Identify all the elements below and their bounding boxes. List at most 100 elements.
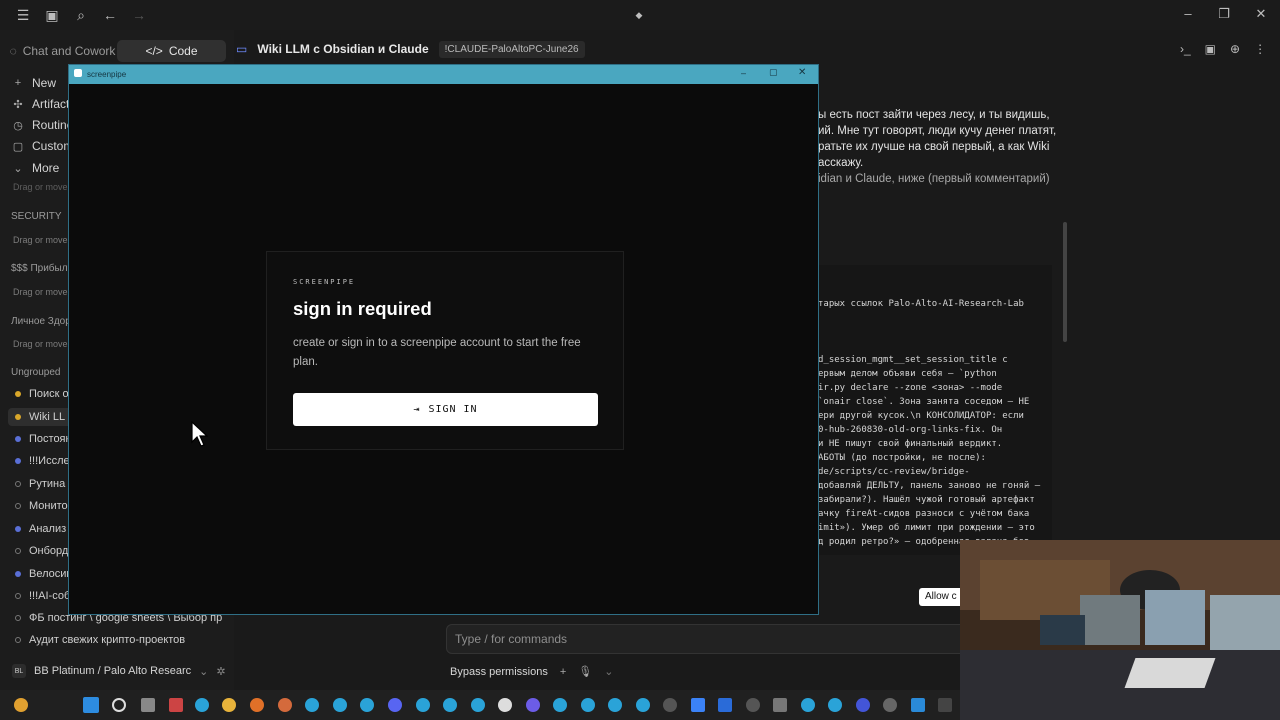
telegram-icon[interactable] bbox=[828, 698, 842, 712]
minimize-icon[interactable]: – bbox=[1177, 6, 1199, 21]
plus-icon: + bbox=[14, 77, 22, 89]
chat-item[interactable]: Поиск о bbox=[15, 385, 69, 403]
app-icon[interactable] bbox=[773, 698, 787, 712]
mail-icon[interactable] bbox=[718, 698, 732, 712]
chrome-icon[interactable] bbox=[222, 698, 236, 712]
section-profit[interactable]: $$$ Прибыль bbox=[11, 263, 73, 274]
telegram-icon[interactable] bbox=[443, 698, 457, 712]
prompt-input[interactable]: Type / for commands bbox=[446, 624, 966, 654]
nav-routines[interactable]: ◷ Routine bbox=[12, 116, 73, 134]
search-icon[interactable] bbox=[112, 698, 126, 712]
close-icon[interactable]: ✕ bbox=[1250, 6, 1272, 22]
split-icon[interactable]: ▣ bbox=[1205, 42, 1216, 56]
telegram-icon[interactable] bbox=[471, 698, 485, 712]
telegram-icon[interactable] bbox=[416, 698, 430, 712]
restore-icon[interactable]: ❐ bbox=[1213, 6, 1235, 22]
app-icon[interactable] bbox=[746, 698, 760, 712]
status-dot bbox=[15, 526, 21, 532]
chat-item[interactable]: !!!AI-соб bbox=[15, 587, 70, 605]
nav-new[interactable]: + New bbox=[12, 74, 56, 92]
chevron-down-icon[interactable]: ⌄ bbox=[604, 665, 613, 678]
status-dot bbox=[15, 458, 21, 464]
firefox-icon[interactable] bbox=[250, 698, 264, 712]
screenpipe-window: screenpipe – ▢ ✕ SCREENPIPE sign in requ… bbox=[68, 64, 819, 615]
mode-code[interactable]: </> Code bbox=[117, 40, 226, 62]
terminal-icon[interactable] bbox=[938, 698, 952, 712]
telegram-icon[interactable] bbox=[333, 698, 347, 712]
chevron-down-icon: ⌄ bbox=[13, 162, 23, 175]
sign-in-button[interactable]: ⇥ SIGN IN bbox=[293, 393, 598, 426]
section-security[interactable]: SECURITY bbox=[11, 211, 62, 222]
desk bbox=[960, 650, 1280, 720]
telegram-icon[interactable] bbox=[305, 698, 319, 712]
more-icon[interactable]: ⋮ bbox=[1254, 42, 1266, 56]
scrollbar[interactable] bbox=[1063, 222, 1067, 342]
webcam-overlay bbox=[960, 540, 1280, 720]
nav-customize[interactable]: ▢ Custom bbox=[12, 137, 74, 155]
chat-item[interactable]: Анализ bbox=[15, 520, 66, 538]
telegram-icon[interactable] bbox=[581, 698, 595, 712]
nav-artifacts[interactable]: ✣ Artifact bbox=[12, 95, 69, 113]
sidebar-toggle-icon[interactable]: ▣ bbox=[43, 6, 61, 24]
telegram-icon[interactable] bbox=[608, 698, 622, 712]
telegram-icon[interactable] bbox=[801, 698, 815, 712]
clock-icon: ◷ bbox=[13, 119, 23, 132]
menu-icon[interactable]: ☰ bbox=[14, 6, 32, 24]
back-arrow-icon[interactable]: ← bbox=[101, 6, 119, 24]
terminal-icon[interactable]: ›_ bbox=[1180, 42, 1191, 56]
settings-icon[interactable]: ✲ bbox=[216, 665, 225, 678]
add-icon[interactable]: + bbox=[560, 666, 566, 678]
code-block: тарых ссылок Palo-Alto-AI-Research-Lab d… bbox=[818, 265, 1052, 555]
close-icon[interactable]: ✕ bbox=[798, 67, 806, 78]
sign-in-heading: sign in required bbox=[293, 298, 432, 319]
permission-mode[interactable]: Bypass permissions bbox=[450, 666, 548, 678]
branch-badge: !CLAUDE-PaloAltoPC-June26 bbox=[438, 40, 585, 58]
forward-arrow-icon[interactable]: → bbox=[130, 6, 148, 24]
chat-item[interactable]: Постоян bbox=[15, 430, 72, 448]
telegram-icon[interactable] bbox=[553, 698, 567, 712]
weather-icon[interactable] bbox=[14, 698, 28, 712]
chat-item[interactable]: Онборд bbox=[15, 542, 68, 560]
photos-icon[interactable] bbox=[911, 698, 925, 712]
microphone-icon[interactable]: 🎙 bbox=[578, 665, 592, 678]
claude-icon[interactable] bbox=[278, 698, 292, 712]
openai-icon[interactable] bbox=[498, 698, 512, 712]
drag-hint: Drag or move bbox=[13, 339, 68, 349]
chat-item[interactable]: Монитор bbox=[15, 497, 74, 515]
globe-icon[interactable]: ⊕ bbox=[1230, 42, 1240, 56]
session-title[interactable]: Wiki LLM с Obsidian и Claude bbox=[257, 42, 428, 56]
allow-button[interactable]: Allow c bbox=[919, 588, 965, 606]
task-view-icon[interactable] bbox=[141, 698, 155, 712]
mode-switcher: ◌ Chat and Cowork </> Code bbox=[8, 40, 226, 62]
telegram-icon[interactable] bbox=[360, 698, 374, 712]
discord-icon[interactable] bbox=[388, 698, 402, 712]
mode-chat-cowork[interactable]: ◌ Chat and Cowork bbox=[8, 40, 117, 62]
app-icon[interactable] bbox=[663, 698, 677, 712]
telegram-icon[interactable] bbox=[636, 698, 650, 712]
nav-more[interactable]: ⌄ More bbox=[12, 159, 59, 177]
chat-item[interactable]: Рутина в bbox=[15, 475, 74, 493]
workspace-switcher[interactable]: BL BB Platinum / Palo Alto Researc ⌄ ✲ bbox=[0, 656, 234, 686]
chat-item[interactable]: Велосип bbox=[15, 565, 72, 583]
chat-item[interactable]: !!!Иссле bbox=[15, 452, 70, 470]
telegram-icon[interactable] bbox=[195, 698, 209, 712]
permission-controls: Bypass permissions + 🎙 ⌄ bbox=[450, 665, 613, 679]
figma-icon[interactable] bbox=[169, 698, 183, 712]
start-icon[interactable] bbox=[83, 697, 99, 713]
section-ungrouped[interactable]: Ungrouped bbox=[11, 367, 60, 378]
minimize-icon[interactable]: – bbox=[741, 68, 746, 78]
app-titlebar: ☰ ▣ ⌕ ← → ◆ – ❐ ✕ bbox=[0, 0, 1280, 30]
notes-icon[interactable] bbox=[691, 698, 705, 712]
app-icon[interactable] bbox=[883, 698, 897, 712]
maximize-icon[interactable]: ▢ bbox=[769, 67, 778, 78]
chat-item[interactable]: Аудит свежих крипто-проектов bbox=[15, 631, 185, 649]
screenpipe-titlebar[interactable]: screenpipe – ▢ ✕ bbox=[69, 65, 818, 84]
status-dot bbox=[15, 481, 21, 487]
search-icon[interactable]: ⌕ bbox=[72, 6, 90, 24]
status-dot bbox=[15, 503, 21, 509]
workspace-name: BB Platinum / Palo Alto Researc bbox=[34, 665, 192, 677]
status-dot bbox=[15, 593, 21, 599]
app-icon[interactable] bbox=[526, 698, 540, 712]
section-health[interactable]: Личное Здор bbox=[11, 316, 71, 327]
app-icon[interactable] bbox=[856, 698, 870, 712]
